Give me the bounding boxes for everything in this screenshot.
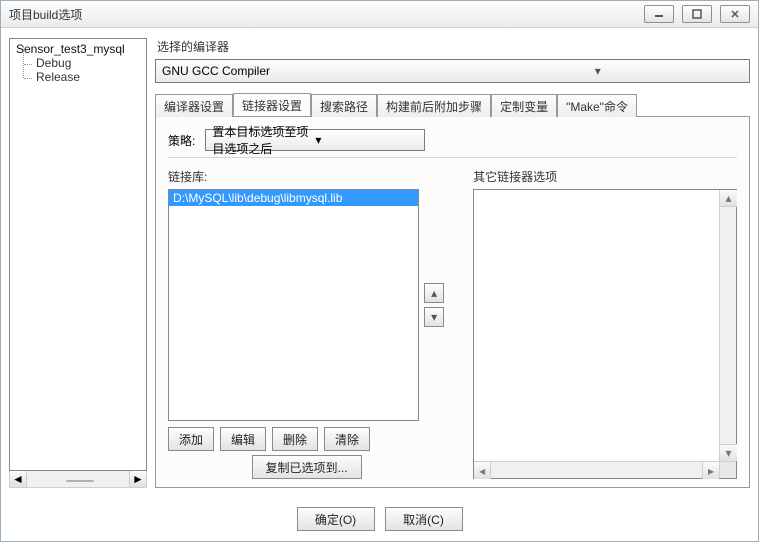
tree-item-release[interactable]: Release xyxy=(14,70,142,84)
footer-buttons: 确定(O) 取消(C) xyxy=(1,507,758,531)
chevron-down-icon: ▾ xyxy=(315,133,418,147)
tab-build-steps[interactable]: 构建前后附加步骤 xyxy=(377,94,491,117)
compiler-select[interactable]: GNU GCC Compiler ▾ xyxy=(155,59,750,83)
system-buttons xyxy=(644,5,750,23)
hscrollbar[interactable]: ◂ ▸ xyxy=(474,461,736,478)
scroll-right-icon[interactable]: ► xyxy=(129,471,146,487)
other-options-textarea[interactable]: ▴ ▾ ◂ ▸ xyxy=(473,189,737,479)
policy-label: 策略: xyxy=(168,132,195,149)
separator xyxy=(168,157,737,158)
other-options-label: 其它链接器选项 xyxy=(473,168,737,185)
link-lib-panel: 链接库: D:\MySQL\lib\debug\libmysql.lib ▴ ▾ xyxy=(168,168,445,479)
list-item[interactable]: D:\MySQL\lib\debug\libmysql.lib xyxy=(169,190,418,206)
window: 项目build选项 Sensor_test3_mysql Debug Relea… xyxy=(0,0,759,542)
move-down-button[interactable]: ▾ xyxy=(424,307,444,327)
titlebar: 项目build选项 xyxy=(1,1,758,28)
tab-custom-vars[interactable]: 定制变量 xyxy=(491,94,557,117)
scroll-right-icon[interactable]: ▸ xyxy=(702,462,719,479)
tab-linker-settings[interactable]: 链接器设置 xyxy=(233,93,311,116)
maximize-button[interactable] xyxy=(682,5,712,23)
lib-button-row: 添加 编辑 删除 清除 xyxy=(168,427,445,451)
panels: 链接库: D:\MySQL\lib\debug\libmysql.lib ▴ ▾ xyxy=(168,168,737,479)
tab-bar: 编译器设置 链接器设置 搜索路径 构建前后附加步骤 定制变量 "Make"命令 xyxy=(155,93,750,116)
scroll-left-icon[interactable]: ◂ xyxy=(474,462,491,479)
cancel-button[interactable]: 取消(C) xyxy=(385,507,463,531)
target-tree-wrap: Sensor_test3_mysql Debug Release ◄ ► xyxy=(9,38,147,488)
close-button[interactable] xyxy=(720,5,750,23)
tab-make-cmds[interactable]: "Make"命令 xyxy=(557,94,637,117)
scroll-thumb[interactable] xyxy=(66,480,94,482)
compiler-value: GNU GCC Compiler xyxy=(162,64,453,78)
minimize-button[interactable] xyxy=(644,5,674,23)
tree-item-debug[interactable]: Debug xyxy=(14,56,142,70)
tab-search-paths[interactable]: 搜索路径 xyxy=(311,94,377,117)
tab-content: 策略: 置本目标选项至项目选项之后 ▾ 链接库: D:\MySQL\l xyxy=(155,116,750,488)
vscrollbar[interactable]: ▴ ▾ xyxy=(719,190,736,461)
window-body: Sensor_test3_mysql Debug Release ◄ ► 选择的… xyxy=(1,28,758,541)
move-up-button[interactable]: ▴ xyxy=(424,283,444,303)
compiler-label: 选择的编译器 xyxy=(157,38,750,55)
link-lib-label: 链接库: xyxy=(168,168,445,185)
link-lib-list[interactable]: D:\MySQL\lib\debug\libmysql.lib xyxy=(168,189,419,421)
policy-row: 策略: 置本目标选项至项目选项之后 ▾ xyxy=(168,129,737,151)
scroll-corner xyxy=(719,461,736,478)
copy-row: 复制已选项到... xyxy=(168,455,445,479)
tree-root[interactable]: Sensor_test3_mysql xyxy=(14,42,142,56)
scroll-down-icon[interactable]: ▾ xyxy=(720,444,737,461)
ok-button[interactable]: 确定(O) xyxy=(297,507,375,531)
window-title: 项目build选项 xyxy=(9,6,644,23)
copy-selected-button[interactable]: 复制已选项到... xyxy=(252,455,362,479)
scroll-up-icon[interactable]: ▴ xyxy=(720,190,737,207)
tab-compiler-settings[interactable]: 编译器设置 xyxy=(155,94,233,117)
policy-select[interactable]: 置本目标选项至项目选项之后 ▾ xyxy=(205,129,425,151)
other-options-panel: 其它链接器选项 ▴ ▾ ◂ ▸ xyxy=(473,168,737,479)
delete-button[interactable]: 删除 xyxy=(272,427,318,451)
add-button[interactable]: 添加 xyxy=(168,427,214,451)
upper-area: Sensor_test3_mysql Debug Release ◄ ► 选择的… xyxy=(9,38,750,488)
right-pane: 选择的编译器 GNU GCC Compiler ▾ 编译器设置 链接器设置 搜索… xyxy=(155,38,750,488)
tree-hscrollbar[interactable]: ◄ ► xyxy=(9,471,147,488)
scroll-left-icon[interactable]: ◄ xyxy=(10,471,27,487)
reorder-buttons: ▴ ▾ xyxy=(423,189,445,421)
edit-button[interactable]: 编辑 xyxy=(220,427,266,451)
target-tree[interactable]: Sensor_test3_mysql Debug Release xyxy=(9,38,147,471)
chevron-down-icon: ▾ xyxy=(453,64,744,78)
clear-button[interactable]: 清除 xyxy=(324,427,370,451)
policy-value: 置本目标选项至项目选项之后 xyxy=(212,123,315,157)
